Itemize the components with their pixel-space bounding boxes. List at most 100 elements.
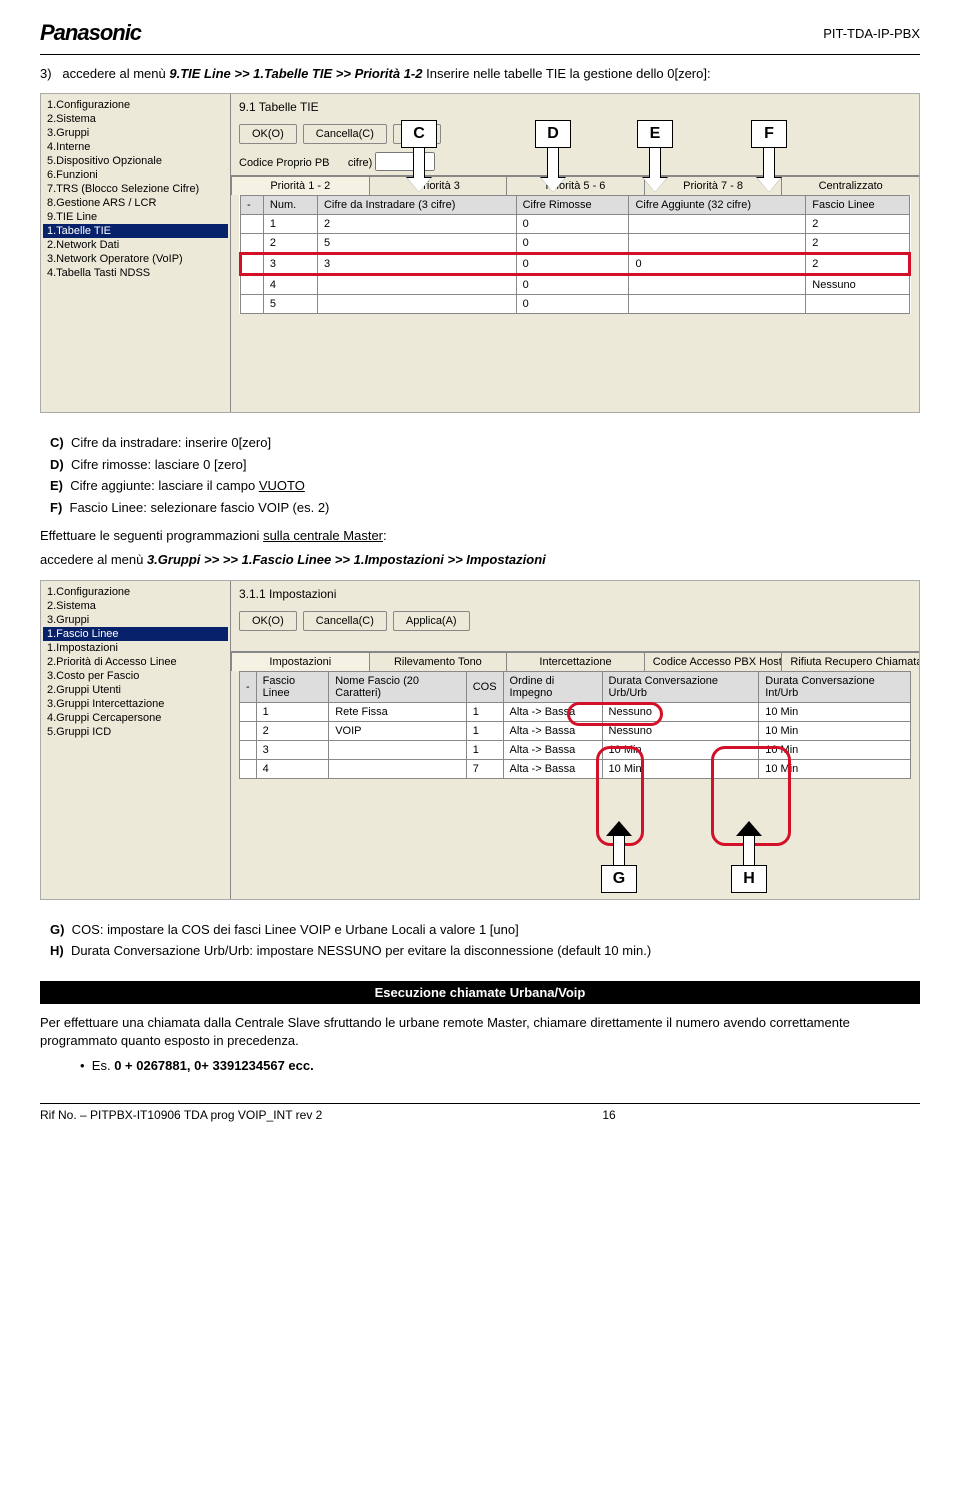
tree-item[interactable]: 3.Gruppi: [43, 613, 228, 627]
tree-item[interactable]: 2.Priorità di Accesso Linee: [43, 655, 228, 669]
table-row[interactable]: 2502: [241, 234, 910, 254]
tree-item[interactable]: 4.Interne: [43, 140, 228, 154]
tree-item[interactable]: 9.TIE Line: [43, 210, 228, 224]
tree-item[interactable]: 4.Tabella Tasti NDSS: [43, 266, 228, 280]
table-cell: 5: [317, 234, 516, 254]
tree-item[interactable]: 5.Gruppi ICD: [43, 725, 228, 739]
table-row[interactable]: 50: [241, 295, 910, 314]
tab[interactable]: Priorità 5 - 6: [506, 176, 645, 195]
table-cell: 1: [263, 215, 317, 234]
tree-nav: 1.Configurazione2.Sistema3.Gruppi4.Inter…: [41, 94, 231, 412]
table-row[interactable]: 47Alta -> Bassa10 Min10 Min: [240, 759, 911, 778]
table-cell: Alta -> Bassa: [503, 721, 602, 740]
toolbar-button[interactable]: Applica(A): [393, 611, 470, 631]
tab[interactable]: Rilevamento Tono: [369, 652, 508, 671]
table-cell: 7: [466, 759, 503, 778]
tab[interactable]: Codice Accesso PBX Host: [644, 652, 783, 671]
tab[interactable]: Impostazioni: [231, 652, 370, 671]
table-row[interactable]: 1202: [241, 215, 910, 234]
tree-nav-2: 1.Configurazione2.Sistema3.Gruppi 1.Fasc…: [41, 581, 231, 899]
tab[interactable]: Centralizzato: [781, 176, 920, 195]
tree-item[interactable]: 6.Funzioni: [43, 168, 228, 182]
table-cell: [240, 721, 257, 740]
tree-item[interactable]: 3.Costo per Fascio: [43, 669, 228, 683]
table-cell: [806, 295, 910, 314]
table-row[interactable]: 31Alta -> Bassa10 Min10 Min: [240, 740, 911, 759]
mid-text-2: accedere al menù 3.Gruppi >> >> 1.Fascio…: [40, 551, 920, 569]
column-header: Cifre Aggiunte (32 cifre): [629, 196, 806, 215]
table-cell: Nessuno: [602, 702, 759, 721]
table-cell: 2: [806, 215, 910, 234]
table-cell: 2: [317, 215, 516, 234]
toolbar-button[interactable]: OK(O): [239, 611, 297, 631]
table-cell: 4: [256, 759, 329, 778]
list-item: D) Cifre rimosse: lasciare 0 [zero]: [50, 455, 920, 475]
tree-item[interactable]: 1.Fascio Linee: [43, 627, 228, 641]
table-cell: [329, 759, 466, 778]
table-cell: 1: [466, 740, 503, 759]
column-header: Fascio Linee: [806, 196, 910, 215]
table-cell: VOIP: [329, 721, 466, 740]
table-cell: [241, 275, 264, 295]
table-cell: 2: [263, 234, 317, 254]
tree-item[interactable]: 2.Sistema: [43, 112, 228, 126]
table-cell: [629, 215, 806, 234]
tree-item[interactable]: 1.Impostazioni: [43, 641, 228, 655]
callout-g: G: [601, 865, 637, 893]
tree-item[interactable]: 4.Gruppi Cercapersone: [43, 711, 228, 725]
table-cell: [240, 702, 257, 721]
table-cell: [629, 275, 806, 295]
toolbar-button[interactable]: Cancella(C): [303, 611, 387, 631]
table-cell: 3: [263, 254, 317, 275]
tab[interactable]: Priorità 3: [369, 176, 508, 195]
table-cell: 5: [263, 295, 317, 314]
toolbar-button[interactable]: OK(O): [239, 124, 297, 144]
tree-item[interactable]: 8.Gestione ARS / LCR: [43, 196, 228, 210]
table-row[interactable]: 40Nessuno: [241, 275, 910, 295]
panel-title-2: 3.1.1 Impostazioni: [231, 581, 919, 607]
tab[interactable]: Rifiuta Recupero Chiamata (per il Brasi: [781, 652, 920, 671]
tree-item[interactable]: 3.Gruppi: [43, 126, 228, 140]
table-cell: 0: [516, 275, 629, 295]
tab[interactable]: Intercettazione: [506, 652, 645, 671]
table-cell: 0: [516, 254, 629, 275]
table-cell: 4: [263, 275, 317, 295]
tree-item[interactable]: 5.Dispositivo Opzionale: [43, 154, 228, 168]
tree-item[interactable]: 3.Network Operatore (VoIP): [43, 252, 228, 266]
table-row[interactable]: 33002: [241, 254, 910, 275]
tree-item[interactable]: 7.TRS (Blocco Selezione Cifre): [43, 182, 228, 196]
list-item: F) Fascio Linee: selezionare fascio VOIP…: [50, 498, 920, 518]
table-cell: 3: [256, 740, 329, 759]
column-header: -: [241, 196, 264, 215]
table-cell: 0: [516, 234, 629, 254]
table-cell: 10 Min: [759, 740, 911, 759]
table-cell: [329, 740, 466, 759]
table-cell: 0: [629, 254, 806, 275]
table-cell: [240, 740, 257, 759]
table-cell: 1: [256, 702, 329, 721]
table-cell: [241, 234, 264, 254]
table-cell: Alta -> Bassa: [503, 759, 602, 778]
table-cell: 0: [516, 295, 629, 314]
table-row[interactable]: 1Rete Fissa1Alta -> BassaNessuno10 Min: [240, 702, 911, 721]
tree-item[interactable]: 3.Gruppi Intercettazione: [43, 697, 228, 711]
tree-item[interactable]: 2.Network Dati: [43, 238, 228, 252]
table-cell: 10 Min: [759, 721, 911, 740]
toolbar-button[interactable]: Cancella(C): [303, 124, 387, 144]
tree-item[interactable]: 1.Configurazione: [43, 585, 228, 599]
tab[interactable]: Priorità 1 - 2: [231, 176, 370, 195]
table-row[interactable]: 2VOIP1Alta -> BassaNessuno10 Min: [240, 721, 911, 740]
table-cell: [629, 295, 806, 314]
table-cell: 1: [466, 702, 503, 721]
tree-item[interactable]: 1.Configurazione: [43, 98, 228, 112]
doc-code: PIT-TDA-IP-PBX: [823, 26, 920, 41]
tree-item[interactable]: 2.Sistema: [43, 599, 228, 613]
tree-item[interactable]: 1.Tabelle TIE: [43, 224, 228, 238]
tree-item[interactable]: 2.Gruppi Utenti: [43, 683, 228, 697]
table-cell: 0: [516, 215, 629, 234]
column-header: Fascio Linee: [256, 671, 329, 702]
mid-text-1: Effettuare le seguenti programmazioni su…: [40, 527, 920, 545]
panel-title: 9.1 Tabelle TIE: [231, 94, 919, 120]
table-cell: [241, 254, 264, 275]
table-cell: 2: [806, 234, 910, 254]
